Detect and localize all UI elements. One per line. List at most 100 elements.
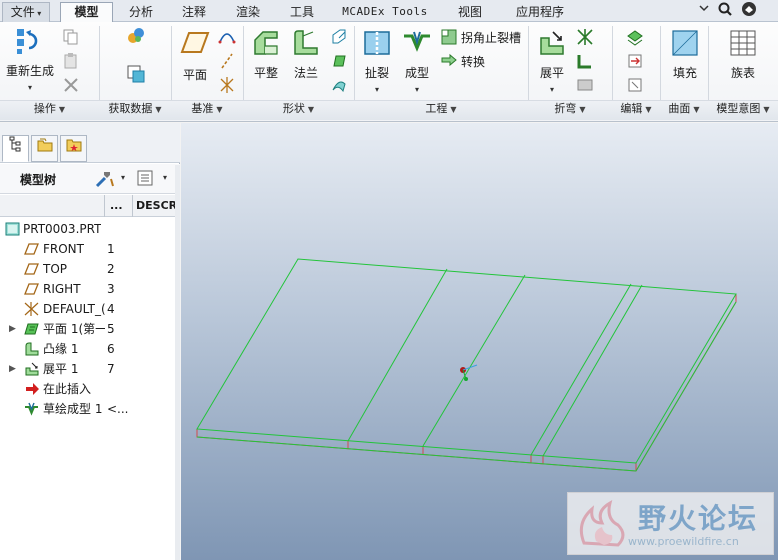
unbend-button[interactable]: 展平 ▾ <box>532 28 572 95</box>
family-table-icon <box>728 28 758 58</box>
flame-logo-icon <box>579 499 625 547</box>
tree-row-front[interactable]: FRONT 1 <box>0 239 175 259</box>
tree-filters-button[interactable] <box>136 169 156 189</box>
column-divider <box>104 195 105 217</box>
chevron-down-icon[interactable]: ▾ <box>121 173 125 182</box>
copy-geometry-icon[interactable] <box>126 64 146 84</box>
flange-icon <box>291 28 321 58</box>
expand-arrow-icon[interactable]: ▶ <box>9 319 16 339</box>
tree-row-top[interactable]: TOP 2 <box>0 259 175 279</box>
group-label-shapes[interactable]: 形状 ▼ <box>243 101 354 118</box>
regenerate-button[interactable]: 重新生成 ▾ <box>4 26 56 93</box>
datum-curve-icon[interactable] <box>218 28 238 48</box>
menu-tab-label: 应用程序 <box>515 5 564 19</box>
flat-wall-icon <box>251 28 281 58</box>
datum-axis-icon[interactable] <box>218 52 238 72</box>
corner-relief-icon[interactable] <box>440 28 460 48</box>
join-icon[interactable] <box>626 52 646 72</box>
tree-row-right[interactable]: RIGHT 3 <box>0 279 175 299</box>
plane-button[interactable]: 平面 <box>176 30 214 83</box>
sweep-icon[interactable] <box>330 76 350 96</box>
menu-tab-applications[interactable]: 应用程序 <box>500 2 580 22</box>
folder-browser-tab-icon[interactable] <box>31 135 58 162</box>
user-defined-feature-icon[interactable] <box>126 26 146 46</box>
menu-tab-annotate[interactable]: 注释 <box>168 2 220 22</box>
bend-icon[interactable] <box>576 28 596 48</box>
minimize-icon[interactable] <box>695 1 713 19</box>
watermark-title: 野火论坛 <box>638 502 759 535</box>
flat-button[interactable]: 平整 <box>248 28 284 81</box>
tree-item-name: DEFAULT_( <box>43 302 105 316</box>
corner-relief-button[interactable]: 拐角止裂槽 <box>461 29 521 46</box>
group-label-text: 操作 <box>33 102 56 115</box>
rip-button[interactable]: 扯裂 ▾ <box>358 28 396 95</box>
convert-button[interactable]: 转换 <box>461 53 485 70</box>
coordinate-system-icon <box>24 302 39 316</box>
offset-icon[interactable] <box>626 76 646 96</box>
group-label-datum[interactable]: 基准 ▼ <box>171 101 243 118</box>
list-icon <box>137 170 153 186</box>
fill-button[interactable]: 填充 <box>664 28 706 81</box>
unbend-icon <box>537 28 567 58</box>
menu-tab-label: MCADEx Tools <box>342 5 428 18</box>
favorites-tab-icon[interactable] <box>60 135 87 162</box>
user-icon[interactable] <box>740 1 758 19</box>
search-icon[interactable] <box>716 1 734 19</box>
tree-row-insert-here[interactable]: 在此插入 <box>0 379 175 399</box>
tree-row-unbend[interactable]: ▶ 展平 1 7 <box>0 359 175 379</box>
group-label-model-intent[interactable]: 模型意图 ▼ <box>708 101 778 118</box>
bend-back-icon[interactable] <box>576 52 596 72</box>
group-label-text: 形状 <box>282 102 305 115</box>
flatten-icon[interactable] <box>576 76 596 96</box>
menu-tab-view[interactable]: 视图 <box>444 2 496 22</box>
menu-tab-mcadex-tools[interactable]: MCADEx Tools <box>332 2 438 22</box>
ribbon: 重新生成 ▾ 平面 平整 法兰 扯裂 ▾ 成型 ▾ 拐角止裂槽 转换 展平 ▾ … <box>0 22 778 122</box>
tree-item-name: PRT0003.PRT <box>23 222 102 236</box>
chevron-down-icon: ▼ <box>155 105 162 114</box>
convert-icon[interactable] <box>440 52 460 72</box>
chevron-down-icon: ▾ <box>549 85 554 94</box>
revolve-icon[interactable] <box>330 52 350 72</box>
column-header-number[interactable]: ... <box>110 199 123 212</box>
tree-settings-button[interactable] <box>94 169 118 189</box>
datum-plane-icon <box>180 30 210 60</box>
tree-row-flange[interactable]: 凸缘 1 6 <box>0 339 175 359</box>
tree-item-number: 1 <box>107 242 115 256</box>
datum-point-icon[interactable] <box>218 76 238 96</box>
menu-tab-tools[interactable]: 工具 <box>276 2 328 22</box>
menu-tab-analysis[interactable]: 分析 <box>116 2 166 22</box>
menu-tab-file[interactable]: 文件 ▾ <box>2 2 50 22</box>
group-label-operations[interactable]: 操作 ▼ <box>0 101 99 118</box>
chevron-down-icon: ▾ <box>34 9 42 18</box>
menu-tab-label: 注释 <box>181 5 206 19</box>
family-table-button[interactable]: 族表 <box>724 28 762 81</box>
tree-vertical-scrollbar[interactable] <box>175 165 180 560</box>
group-label-bends[interactable]: 折弯 ▼ <box>528 101 612 118</box>
tree-row-sketched-form[interactable]: 草绘成型 1 <... <box>0 399 175 419</box>
delete-icon[interactable] <box>62 76 82 96</box>
extrude-icon[interactable] <box>330 28 350 48</box>
model-tree-tab-icon[interactable] <box>2 135 29 162</box>
menu-tab-label: 工具 <box>289 5 314 19</box>
chevron-down-icon: ▼ <box>450 105 457 114</box>
chevron-down-icon[interactable]: ▾ <box>163 173 167 182</box>
menu-tab-model[interactable]: 模型 <box>60 2 113 23</box>
tree-row-part[interactable]: PRT0003.PRT <box>0 219 175 239</box>
expand-arrow-icon[interactable]: ▶ <box>9 359 16 379</box>
group-label-engineering[interactable]: 工程 ▼ <box>354 101 528 118</box>
copy-icon[interactable] <box>62 28 82 48</box>
column-header-description[interactable]: DESCR <box>136 199 177 212</box>
merge-icon[interactable] <box>626 28 646 48</box>
group-label-get-data[interactable]: 获取数据 ▼ <box>99 101 171 118</box>
tree-row-default-csys[interactable]: DEFAULT_( 4 <box>0 299 175 319</box>
form-button[interactable]: 成型 ▾ <box>398 28 436 95</box>
datum-plane-icon <box>24 263 39 275</box>
flange-icon <box>25 342 39 356</box>
rip-icon <box>362 28 392 58</box>
tree-row-flat-wall[interactable]: ▶ 平面 1(第一 5 <box>0 319 175 339</box>
menu-tab-render[interactable]: 渲染 <box>222 2 274 22</box>
group-label-editing[interactable]: 编辑 ▼ <box>612 101 660 118</box>
group-label-surfaces[interactable]: 曲面 ▼ <box>660 101 708 118</box>
paste-icon[interactable] <box>62 52 82 72</box>
flange-button[interactable]: 法兰 <box>288 28 324 81</box>
